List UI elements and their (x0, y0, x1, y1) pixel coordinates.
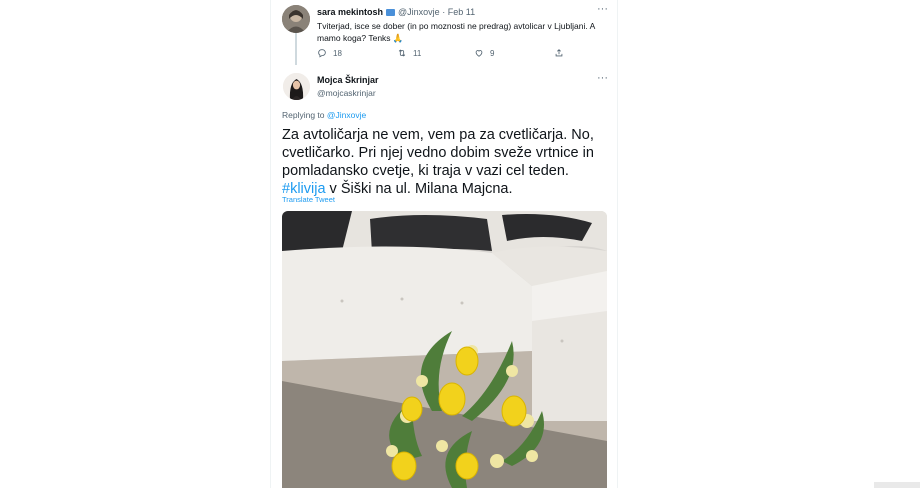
like-button[interactable]: 9 (474, 48, 494, 58)
tweet2-text: Za avtoličarja ne vem, vem pa za cvetlič… (282, 126, 612, 198)
tweet1-separator: · (442, 7, 446, 17)
translate-tweet-link[interactable]: Translate Tweet (282, 195, 335, 204)
flowers-on-sofa-image (282, 211, 607, 488)
tweet1-author-name[interactable]: sara mekintosh (317, 7, 383, 17)
share-icon (555, 49, 563, 57)
replying-prefix: Replying to (282, 110, 325, 120)
thread-line (295, 33, 297, 65)
share-button[interactable] (554, 48, 564, 58)
flag-icon (386, 9, 396, 16)
retweet-button[interactable]: 11 (397, 48, 421, 58)
tweet1-avatar[interactable] (282, 5, 310, 33)
more-icon[interactable]: ··· (597, 72, 608, 84)
replying-to: Replying to @Jinxovje (282, 110, 366, 120)
tweet1-text: Tviterjad, isce se dober (in po moznosti… (317, 21, 595, 43)
retweet-count: 11 (413, 48, 422, 58)
reply-button[interactable]: 18 (317, 48, 342, 58)
replying-to-link[interactable]: @Jinxovje (327, 110, 366, 120)
reply-icon (318, 49, 326, 58)
tweet1-handle[interactable]: @Jinxovje (398, 7, 440, 17)
timeline-column: sara mekintosh @Jinxovje · Feb 11 ··· Tvi… (270, 0, 618, 488)
tweet2-handle[interactable]: @mojcaskrinjar (317, 88, 376, 98)
tweet-photo[interactable] (282, 211, 607, 488)
like-count: 9 (490, 48, 495, 58)
tweet2-author-name[interactable]: Mojca Škrinjar (317, 75, 379, 85)
tweet2-text-main: Za avtoličarja ne vem, vem pa za cvetlič… (282, 127, 594, 179)
like-icon (475, 50, 483, 57)
reply-count: 18 (333, 48, 342, 58)
more-icon[interactable]: ··· (597, 3, 608, 15)
tweet1-header: sara mekintosh @Jinxovje · Feb 11 (317, 7, 475, 17)
page-corner-strip (874, 482, 920, 488)
tweet2-avatar[interactable] (283, 73, 310, 100)
tweet1-date[interactable]: Feb 11 (448, 7, 475, 17)
retweet-icon (398, 49, 406, 57)
tweet2-text-end: v Šiški na ul. Milana Majcna. (325, 181, 513, 197)
tweet1-actions: 18 11 9 (317, 48, 567, 60)
